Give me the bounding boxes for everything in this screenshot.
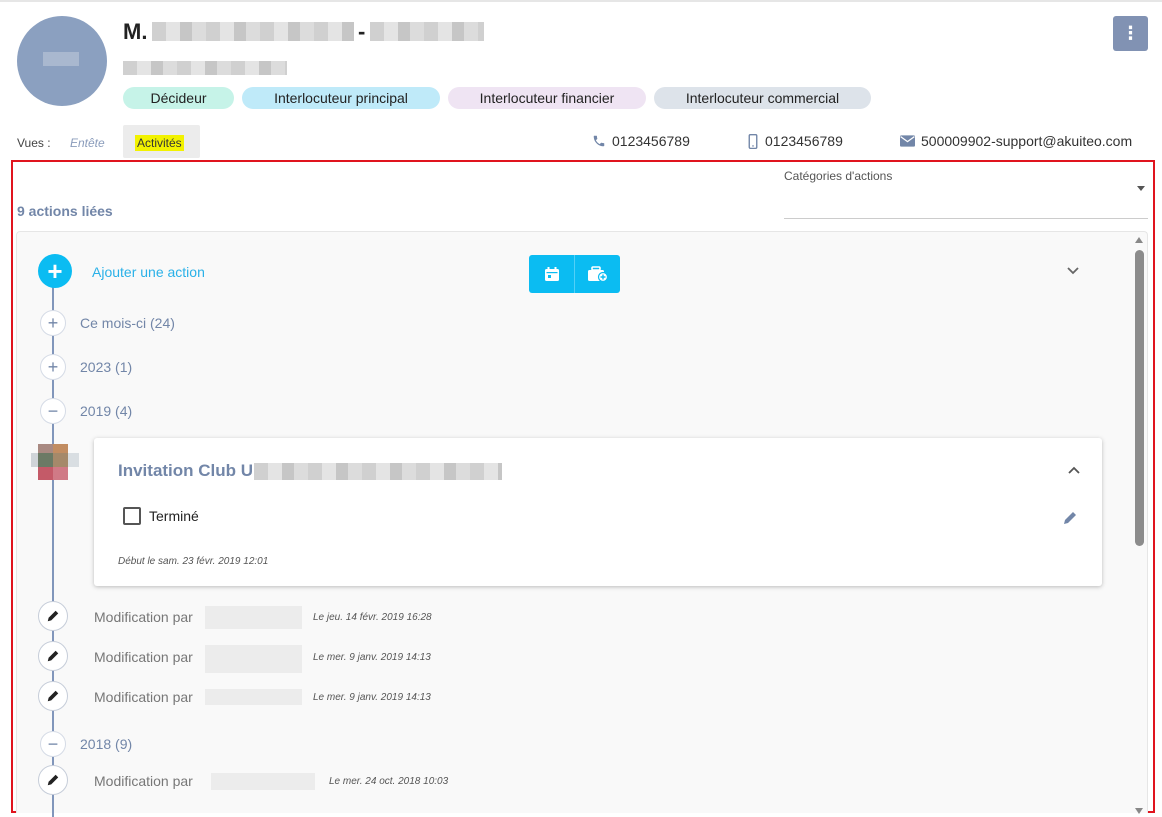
modification-author-redacted xyxy=(205,689,302,705)
collapse-group-2019[interactable]: − xyxy=(40,398,66,424)
pencil-icon xyxy=(47,610,59,622)
modification-node xyxy=(38,601,68,631)
category-filter-label: Catégories d'actions xyxy=(784,169,893,183)
phone-icon xyxy=(593,135,605,147)
group-label-2023[interactable]: 2023 (1) xyxy=(80,359,132,375)
calendar-button[interactable] xyxy=(529,255,574,293)
email-contact[interactable]: 500009902-support@akuiteo.com xyxy=(900,133,1132,149)
kebab-menu-icon: ⋮ xyxy=(1121,23,1140,43)
calendar-icon xyxy=(544,267,559,281)
mobile-contact[interactable]: 0123456789 xyxy=(747,133,843,149)
group-label-2019[interactable]: 2019 (4) xyxy=(80,403,132,419)
scroll-up-arrow-icon[interactable] xyxy=(1135,237,1143,243)
minus-icon: − xyxy=(47,401,59,421)
linked-actions-count: 9 actions liées xyxy=(17,203,113,219)
expand-group-2023[interactable]: + xyxy=(40,354,66,380)
scroll-down-arrow-icon[interactable] xyxy=(1135,808,1143,814)
collapse-card-chevron-icon[interactable] xyxy=(1067,462,1081,480)
plus-icon: + xyxy=(47,256,63,286)
modification-date: Le mer. 24 oct. 2018 10:03 xyxy=(329,776,449,787)
minus-icon: − xyxy=(47,734,59,754)
scrollbar-thumb[interactable] xyxy=(1135,250,1144,546)
briefcase-add-icon xyxy=(587,266,608,282)
tag-interlocuteur-commercial[interactable]: Interlocuteur commercial xyxy=(654,87,871,109)
more-options-button[interactable]: ⋮ xyxy=(1113,16,1148,51)
category-filter-select[interactable] xyxy=(784,218,1148,219)
view-tab-entete[interactable]: Entête xyxy=(70,136,105,150)
action-type-button-group xyxy=(529,255,620,293)
modification-date: Le jeu. 14 févr. 2019 16:28 xyxy=(313,612,432,623)
plus-icon: + xyxy=(47,313,59,333)
modification-date: Le mer. 9 janv. 2019 14:13 xyxy=(313,692,431,703)
group-label-ce-mois-ci[interactable]: Ce mois-ci (24) xyxy=(80,315,175,331)
contact-subtitle-redacted xyxy=(123,61,287,75)
modification-node xyxy=(38,765,68,795)
collapse-panel-chevron-icon[interactable] xyxy=(1066,263,1080,281)
email-address: 500009902-support@akuiteo.com xyxy=(921,133,1133,149)
modification-node xyxy=(38,641,68,671)
modification-author-redacted xyxy=(211,773,315,790)
done-checkbox[interactable] xyxy=(123,507,141,525)
mobile-number: 0123456789 xyxy=(765,133,843,149)
modification-author-redacted xyxy=(205,606,302,629)
expand-group-ce-mois-ci[interactable]: + xyxy=(40,310,66,336)
modification-node xyxy=(38,681,68,711)
views-label: Vues : xyxy=(17,136,51,150)
tag-interlocuteur-financier[interactable]: Interlocuteur financier xyxy=(448,87,646,109)
contact-company-redacted xyxy=(370,22,484,41)
modification-author-redacted xyxy=(205,645,302,673)
modification-label: Modification par xyxy=(94,609,193,625)
avatar-initials-redacted xyxy=(43,52,79,66)
pencil-icon xyxy=(47,690,59,702)
modification-date: Le mer. 9 janv. 2019 14:13 xyxy=(313,652,431,663)
done-checkbox-label[interactable]: Terminé xyxy=(149,508,199,524)
add-action-link[interactable]: Ajouter une action xyxy=(92,264,205,280)
plus-icon: + xyxy=(47,357,59,377)
tag-interlocuteur-principal[interactable]: Interlocuteur principal xyxy=(242,87,440,109)
modification-label: Modification par xyxy=(94,773,193,789)
edit-action-pencil-icon[interactable] xyxy=(1062,510,1078,531)
view-tab-activites-label: Activités xyxy=(135,135,184,151)
pencil-icon xyxy=(47,774,59,786)
action-start-date: Début le sam. 23 févr. 2019 12:01 xyxy=(118,556,269,567)
contact-name-prefix: M. xyxy=(123,19,148,44)
contact-name-redacted xyxy=(152,22,354,41)
action-thumbnail-image xyxy=(31,444,79,480)
task-button[interactable] xyxy=(575,255,620,293)
pencil-icon xyxy=(47,650,59,662)
contact-name-separator: - xyxy=(358,19,366,44)
email-icon xyxy=(900,135,915,147)
modification-label: Modification par xyxy=(94,689,193,705)
modification-label: Modification par xyxy=(94,649,193,665)
tag-decideur[interactable]: Décideur xyxy=(123,87,234,109)
category-dropdown-caret-icon[interactable] xyxy=(1137,186,1145,191)
add-action-button[interactable]: + xyxy=(38,254,72,288)
phone-number: 0123456789 xyxy=(612,133,690,149)
phone-contact[interactable]: 0123456789 xyxy=(592,133,690,149)
group-label-2018[interactable]: 2018 (9) xyxy=(80,736,132,752)
collapse-group-2018[interactable]: − xyxy=(40,731,66,757)
top-border xyxy=(0,0,1162,2)
action-card-title[interactable]: Invitation Club U xyxy=(118,461,253,481)
action-title-redacted xyxy=(254,463,502,480)
mobile-phone-icon xyxy=(748,133,758,149)
